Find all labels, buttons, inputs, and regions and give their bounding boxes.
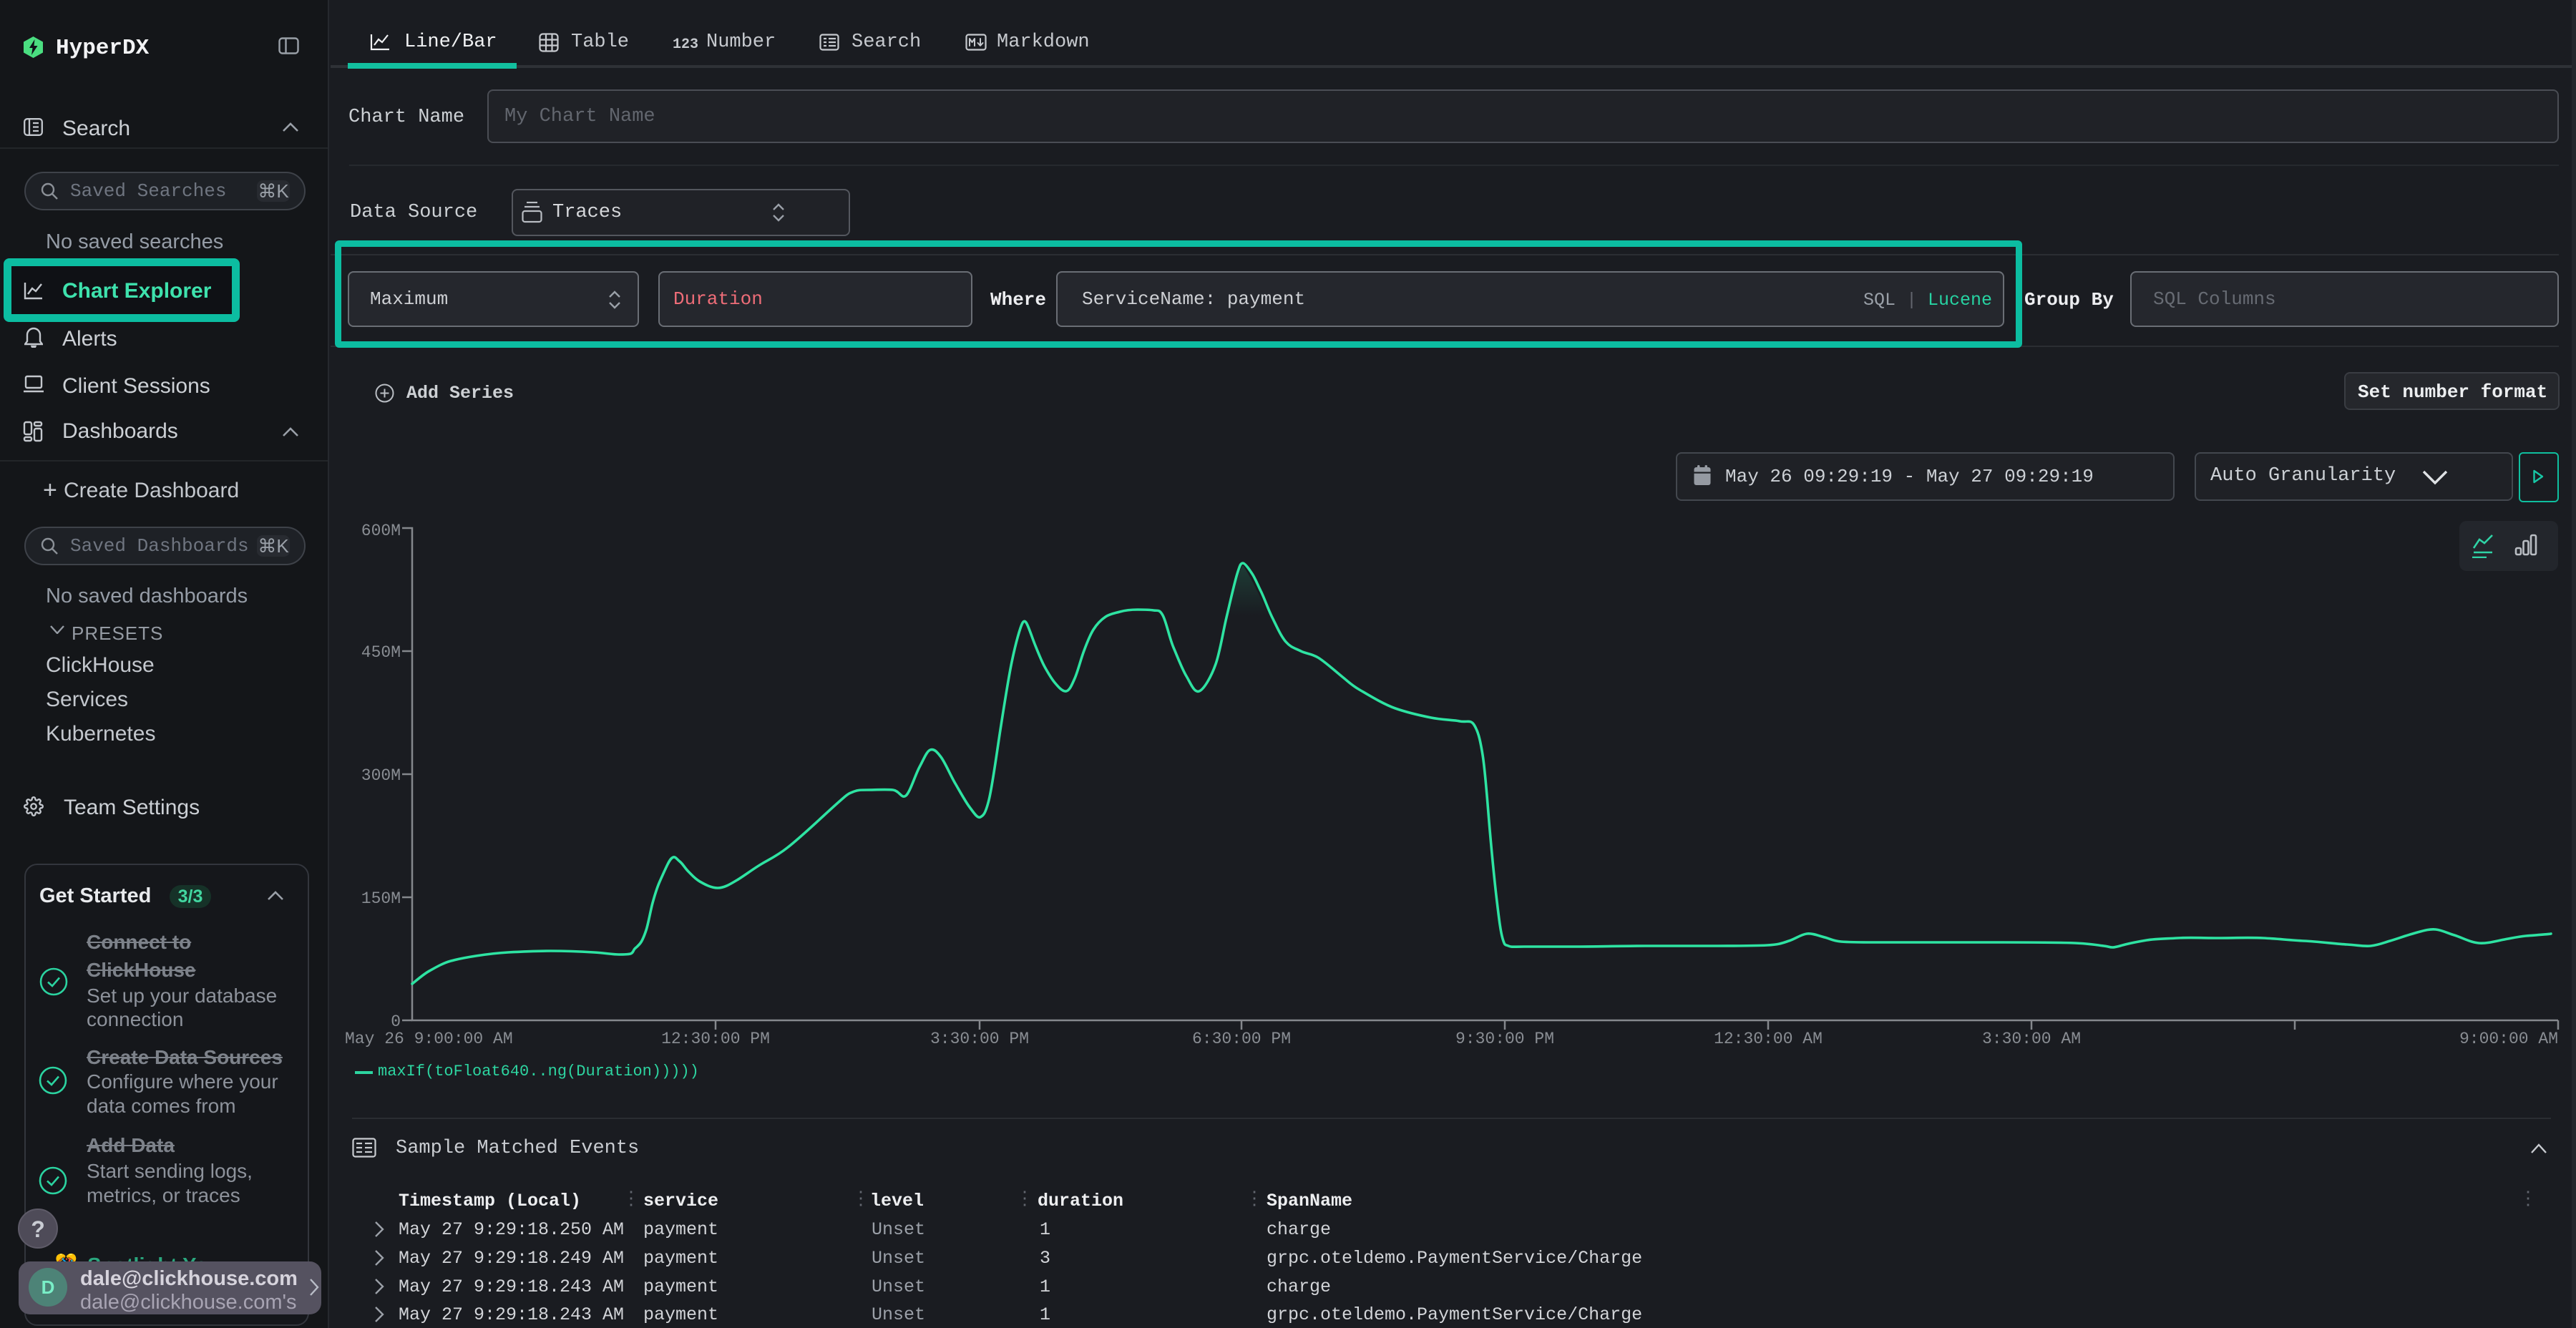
svg-text:3:30:00 PM: 3:30:00 PM: [930, 1030, 1029, 1048]
svg-text:12:30:00 PM: 12:30:00 PM: [661, 1030, 770, 1048]
svg-text:9:30:00 PM: 9:30:00 PM: [1455, 1030, 1554, 1048]
svg-text:600M: 600M: [361, 522, 401, 540]
svg-text:May 26 9:00:00 AM: May 26 9:00:00 AM: [345, 1030, 513, 1048]
svg-text:12:30:00 AM: 12:30:00 AM: [1714, 1030, 1823, 1048]
svg-text:450M: 450M: [361, 643, 401, 662]
svg-text:0: 0: [391, 1012, 401, 1031]
svg-text:3:30:00 AM: 3:30:00 AM: [1982, 1030, 2081, 1048]
svg-text:9:00:00 AM: 9:00:00 AM: [2459, 1030, 2558, 1048]
svg-text:300M: 300M: [361, 766, 401, 785]
svg-text:6:30:00 PM: 6:30:00 PM: [1192, 1030, 1291, 1048]
svg-text:150M: 150M: [361, 889, 401, 908]
